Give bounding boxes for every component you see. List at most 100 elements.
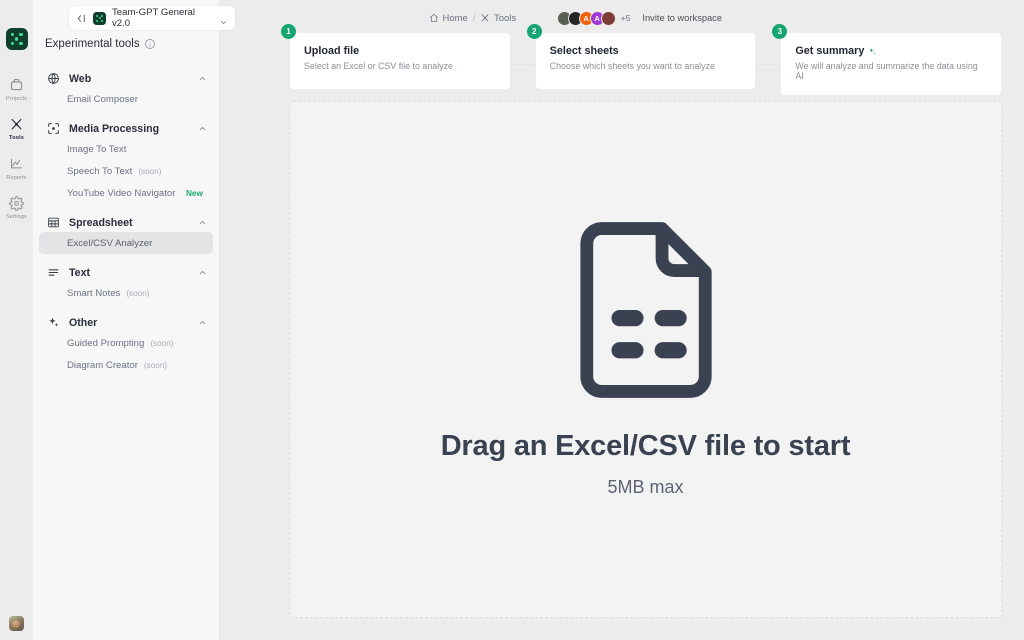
dropzone-title: Drag an Excel/CSV file to start	[440, 430, 851, 462]
step-description: Select an Excel or CSV file to analyze	[304, 61, 453, 71]
breadcrumb-label-home: Home	[442, 12, 468, 24]
status-badge: New	[185, 188, 203, 198]
rail-item-reports[interactable]: Reports	[0, 155, 33, 181]
sidebar-item-suffix: (soon)	[150, 338, 174, 348]
rail-label-settings: Settings	[5, 214, 27, 220]
sidebar-group-other: Other Guided Prompting (soon) Diagram Cr…	[33, 313, 219, 376]
tools-icon	[480, 13, 490, 23]
breadcrumb-item-home[interactable]: Home	[429, 13, 468, 24]
sidebar-group-spreadsheet: Spreadsheet Excel/CSV Analyzer	[33, 213, 219, 254]
workspace-logo-icon	[93, 11, 106, 25]
tools-sidebar: Experimental tools i Web Email Composer	[33, 0, 220, 640]
group-header-text[interactable]: Text	[33, 263, 219, 282]
step-card-get-summary[interactable]: Get summary We will analyze and summariz…	[780, 32, 1003, 96]
scan-icon	[47, 122, 60, 135]
sidebar-item-email-composer[interactable]: Email Composer	[39, 88, 213, 110]
main-content: Team-GPT General v2.0 Home / Tools A A +…	[69, 0, 1024, 640]
invite-to-workspace-button[interactable]: Invite to workspace	[642, 13, 722, 23]
step-description: Choose which sheets you want to analyze	[549, 61, 715, 71]
sidebar-group-web: Web Email Composer	[33, 69, 219, 110]
workspace-name: Team-GPT General v2.0	[112, 7, 195, 29]
breadcrumb: Home / Tools	[429, 6, 516, 30]
app-root: Projects Tools Reports Settings Experime…	[0, 0, 1024, 640]
group-header-spreadsheet[interactable]: Spreadsheet	[33, 213, 219, 232]
sidebar-group-media-processing: Media Processing Image To Text Speech To…	[33, 119, 219, 204]
chevron-up-icon[interactable]	[198, 74, 207, 83]
rail-label-projects: Projects	[5, 95, 27, 102]
group-label-media-processing: Media Processing	[69, 122, 160, 135]
sidebar-item-label: YouTube Video Navigator	[67, 187, 176, 199]
team-gpt-logo[interactable]	[5, 28, 28, 50]
sidebar-item-label: Image To Text	[67, 143, 127, 155]
group-header-other[interactable]: Other	[33, 313, 219, 332]
sidebar-item-label: Email Composer	[67, 93, 138, 105]
chevron-up-icon[interactable]	[198, 268, 207, 277]
rail-label-tools: Tools	[8, 135, 24, 141]
breadcrumb-item-tools[interactable]: Tools	[480, 13, 516, 24]
sidebar-item-label: Excel/CSV Analyzer	[67, 237, 153, 249]
step-description: We will analyze and summarize the data u…	[795, 61, 978, 81]
sidebar-item-speech-to-text[interactable]: Speech To Text (soon)	[39, 160, 213, 182]
avatar-overflow-count: +5	[620, 13, 631, 23]
rail-item-tools[interactable]: Tools	[0, 116, 33, 141]
group-label-other: Other	[69, 316, 98, 329]
step-title-text: Select sheets	[549, 45, 619, 57]
chevron-up-icon[interactable]	[198, 124, 207, 133]
top-bar: Team-GPT General v2.0 Home / Tools A A +…	[69, 6, 873, 30]
sidebar-item-diagram-creator[interactable]: Diagram Creator (soon)	[39, 354, 213, 376]
avatar[interactable]	[600, 10, 616, 26]
step-title: Select sheets	[550, 45, 742, 57]
lines-icon	[47, 266, 60, 279]
sidebar-item-suffix: (soon)	[143, 360, 168, 370]
breadcrumb-separator: /	[472, 12, 476, 24]
sparkles-icon	[47, 316, 60, 329]
file-dropzone[interactable]: Drag an Excel/CSV file to start 5MB max	[289, 101, 1002, 618]
step-title: Upload file	[304, 45, 496, 57]
sidebar-item-label: Diagram Creator	[67, 359, 138, 371]
rail-item-settings[interactable]: Settings	[0, 195, 33, 220]
sidebar-item-excel-csv-analyzer[interactable]: Excel/CSV Analyzer	[39, 232, 213, 254]
ai-sparkle-icon	[868, 47, 877, 56]
sidebar-item-youtube-video-navigator[interactable]: YouTube Video Navigator New	[39, 182, 213, 204]
group-label-text: Text	[69, 266, 90, 279]
group-header-web[interactable]: Web	[33, 69, 219, 88]
step-connector	[508, 64, 535, 65]
step-title: Get summary	[795, 45, 987, 57]
icon-rail: Projects Tools Reports Settings	[0, 0, 33, 640]
group-header-media-processing[interactable]: Media Processing	[33, 119, 219, 138]
user-avatar[interactable]	[9, 616, 24, 631]
panel-title-row: Experimental tools i	[33, 32, 219, 60]
sidebar-item-suffix: (soon)	[126, 288, 150, 298]
workspace-selector[interactable]: Team-GPT General v2.0	[69, 6, 235, 30]
step-number-badge: 2	[526, 24, 542, 39]
rail-label-reports: Reports	[6, 174, 27, 181]
sidebar-item-guided-prompting[interactable]: Guided Prompting (soon)	[39, 332, 213, 354]
step-3: 3 Get summary We will analyze and summar…	[772, 24, 1003, 96]
step-title-text: Upload file	[304, 45, 360, 57]
step-number-badge: 1	[281, 24, 296, 39]
chevron-up-icon[interactable]	[198, 218, 207, 227]
step-title-text: Get summary	[795, 45, 865, 57]
steps-bar: 1 Upload file Select an Excel or CSV fil…	[281, 24, 1003, 96]
group-label-web: Web	[69, 72, 92, 85]
breadcrumb-label-tools: Tools	[493, 12, 517, 24]
avatar-group[interactable]: A A +5	[556, 10, 631, 26]
sidebar-item-label: Speech To Text	[67, 165, 133, 177]
collapse-sidebar-icon[interactable]	[76, 13, 87, 24]
step-card-select-sheets[interactable]: Select sheets Choose which sheets you wa…	[534, 32, 757, 90]
reports-icon	[8, 155, 25, 172]
step-2: 2 Select sheets Choose which sheets you …	[526, 24, 781, 96]
table-icon	[47, 216, 60, 229]
sidebar-item-image-to-text[interactable]: Image To Text	[39, 138, 213, 160]
rail-item-projects[interactable]: Projects	[0, 76, 33, 102]
chevron-up-icon[interactable]	[198, 318, 207, 327]
sidebar-item-suffix: (soon)	[138, 166, 162, 176]
projects-icon	[8, 76, 25, 93]
info-icon[interactable]: i	[144, 38, 156, 50]
step-card-upload-file[interactable]: Upload file Select an Excel or CSV file …	[289, 32, 511, 90]
chevron-down-icon[interactable]	[219, 14, 228, 24]
sidebar-item-smart-notes[interactable]: Smart Notes (soon)	[39, 282, 213, 304]
tools-icon	[8, 116, 25, 133]
group-label-spreadsheet: Spreadsheet	[69, 216, 133, 229]
settings-icon	[8, 195, 25, 212]
